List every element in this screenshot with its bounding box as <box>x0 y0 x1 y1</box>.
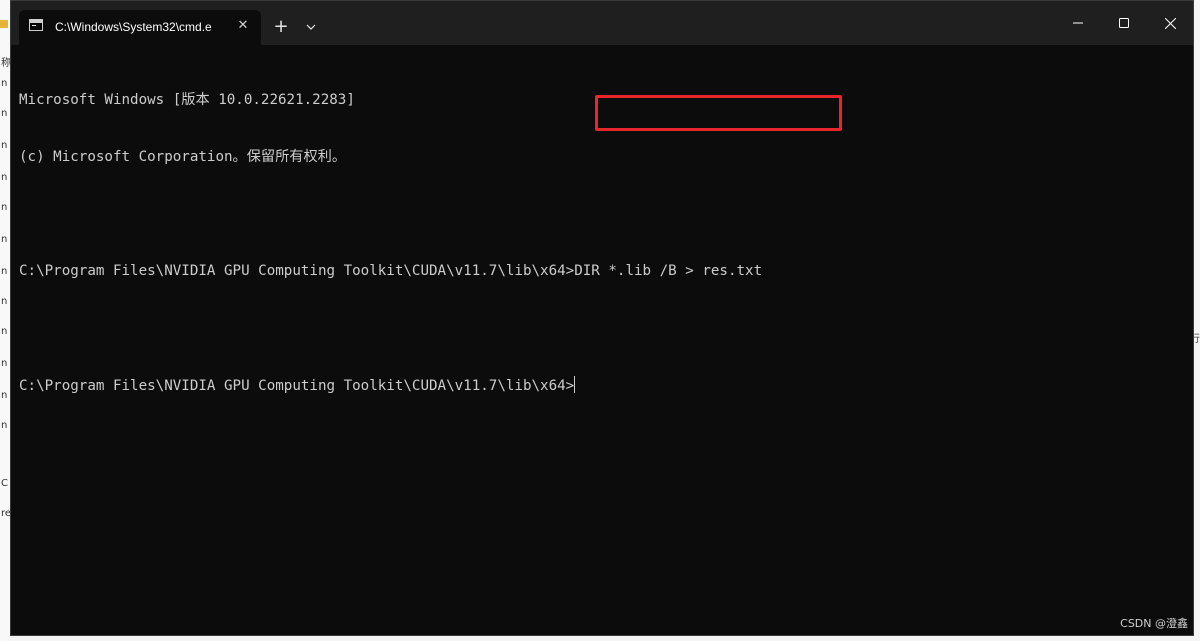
cmd-icon <box>29 19 43 31</box>
minimize-icon[interactable] <box>1055 1 1101 45</box>
maximize-icon[interactable] <box>1101 1 1147 45</box>
text-cursor <box>574 376 576 393</box>
background-glyph: n <box>1 108 8 119</box>
background-glyph: n <box>1 390 8 401</box>
folder-icon <box>0 20 8 28</box>
terminal-line-command: C:\Program Files\NVIDIA GPU Computing To… <box>19 263 763 279</box>
terminal-line-prompt[interactable]: C:\Program Files\NVIDIA GPU Computing To… <box>19 376 1185 395</box>
background-glyph: n <box>1 326 8 337</box>
scrollbar[interactable] <box>1187 49 1191 629</box>
background-glyph: n <box>1 296 8 307</box>
background-glyph: n <box>1 172 8 183</box>
window-controls <box>1055 1 1193 45</box>
background-glyph: n <box>1 420 8 431</box>
terminal-output[interactable]: Microsoft Windows [版本 10.0.22621.2283] (… <box>19 53 1185 627</box>
background-window-edge: 称 n n n n n n n n n n n n Cre <box>0 0 11 641</box>
background-glyph: n <box>1 202 8 213</box>
background-glyph: n <box>1 140 8 151</box>
prompt-text: C:\Program Files\NVIDIA GPU Computing To… <box>19 378 575 394</box>
plus-icon[interactable]: + <box>269 15 293 39</box>
background-glyph: n <box>1 234 8 245</box>
background-glyph: C <box>1 478 8 489</box>
tab-title: C:\Windows\System32\cmd.e <box>55 20 212 34</box>
tab-cmd[interactable]: C:\Windows\System32\cmd.e ✕ <box>19 10 261 45</box>
title-bar[interactable]: C:\Windows\System32\cmd.e ✕ + <box>11 1 1193 45</box>
background-glyph: n <box>1 358 8 369</box>
close-icon[interactable]: ✕ <box>235 18 251 34</box>
watermark: CSDN @澄鑫 <box>1120 617 1188 630</box>
background-glyph: n <box>1 78 8 89</box>
close-window-icon[interactable] <box>1147 1 1193 45</box>
chevron-down-icon[interactable] <box>301 15 321 39</box>
screenshot: 称 n n n n n n n n n n n n Cre 行 C:\Windows\System32\c… <box>0 0 1200 641</box>
terminal-window[interactable]: C:\Windows\System32\cmd.e ✕ + Microsoft … <box>10 0 1194 636</box>
command-highlight-box <box>595 95 842 131</box>
background-glyph: n <box>1 266 8 277</box>
terminal-line-copyright: (c) Microsoft Corporation。保留所有权利。 <box>19 149 347 165</box>
